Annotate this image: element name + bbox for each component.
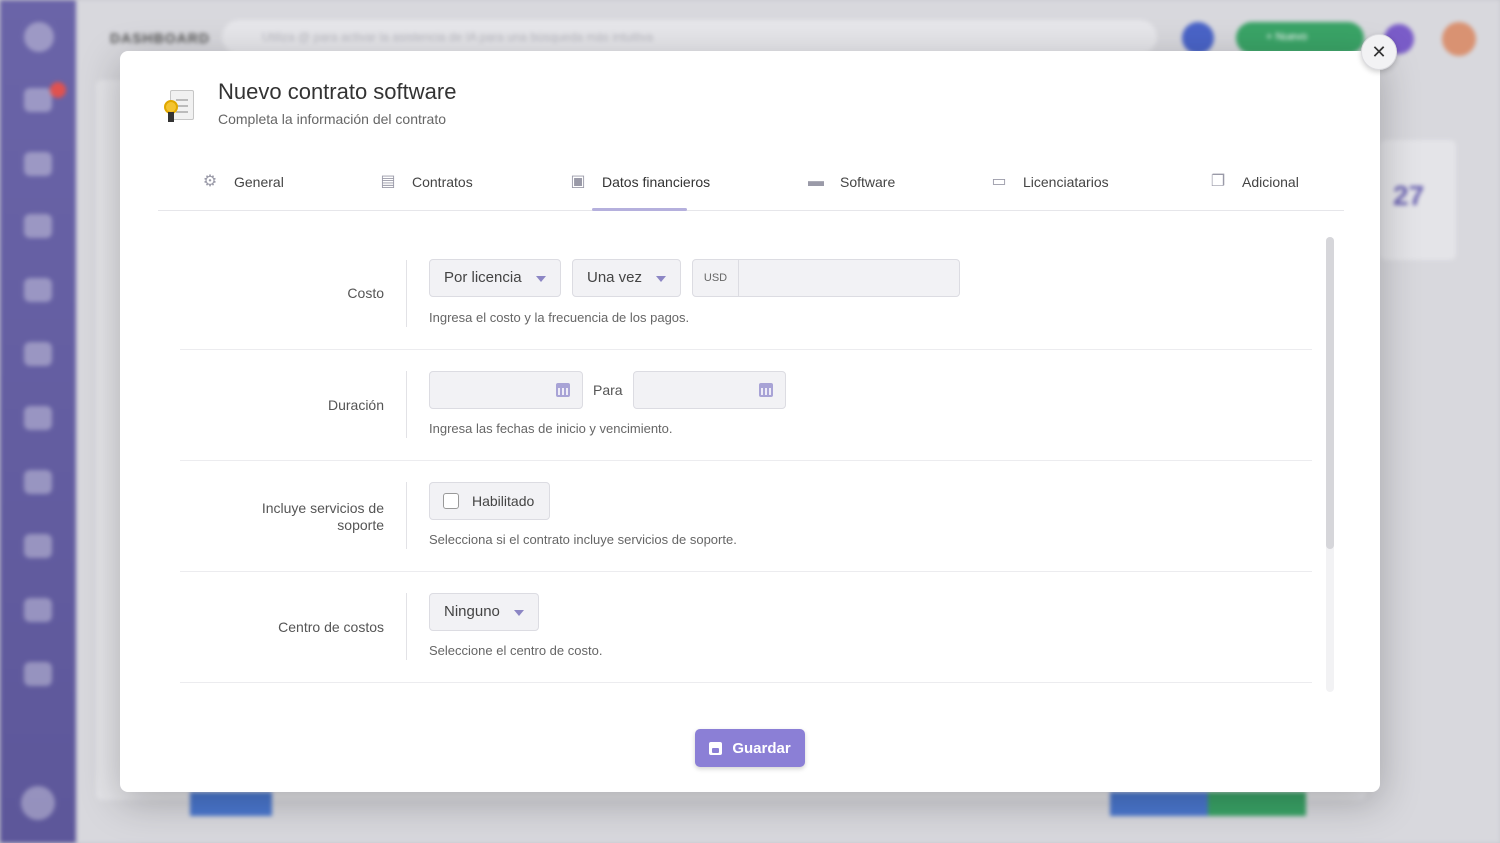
sidebar-globe-icon — [24, 406, 52, 430]
tab-label: Licenciatarios — [1023, 174, 1109, 190]
cost-type-select[interactable]: Por licencia — [429, 259, 561, 297]
chevron-down-icon — [656, 276, 666, 282]
devices-icon: ▭ — [991, 173, 1007, 190]
home-icon — [1182, 22, 1214, 54]
new-button: + Nuevo — [1236, 22, 1364, 54]
support-enabled-toggle[interactable]: Habilitado — [429, 482, 550, 520]
chevron-down-icon — [536, 276, 546, 282]
modal-header: Nuevo contrato software Completa la info… — [162, 79, 456, 127]
scrollbar-thumb[interactable] — [1326, 237, 1334, 549]
cost-help: Ingresa el costo y la frecuencia de los … — [429, 310, 690, 325]
tab-general[interactable]: ⚙ General — [198, 173, 284, 191]
sidebar — [0, 0, 76, 843]
cost-row: Costo Por licencia Una vez USD Ingresa e… — [180, 239, 1312, 350]
amount-input-group: USD — [692, 259, 960, 297]
sidebar-home-icon — [24, 22, 54, 52]
close-button[interactable]: ✕ — [1361, 34, 1397, 70]
active-tab-indicator — [592, 208, 687, 211]
support-checkbox-label: Habilitado — [472, 493, 535, 509]
chevron-down-icon — [514, 610, 524, 616]
sidebar-history-icon — [24, 470, 52, 494]
form-scrollbar[interactable] — [1326, 237, 1334, 692]
contract-icon: ▤ — [380, 173, 396, 190]
cost-label: Costo — [347, 285, 384, 301]
save-button-label: Guardar — [732, 739, 791, 757]
sidebar-logo-icon — [21, 786, 55, 820]
cost-type-value: Por licencia — [444, 269, 522, 286]
sidebar-card-icon — [24, 152, 52, 176]
tab-label: Adicional — [1242, 174, 1299, 190]
tab-label: Software — [840, 174, 896, 190]
floppy-disk-icon — [709, 741, 723, 755]
amount-input[interactable] — [739, 260, 959, 296]
sidebar-chat-icon — [24, 662, 52, 686]
gears-icon: ⚙ — [202, 173, 218, 190]
modal-title: Nuevo contrato software — [218, 79, 457, 104]
tab-bar: ⚙ General ▤ Contratos ▣ Datos financiero… — [158, 161, 1344, 211]
support-checkbox[interactable] — [443, 493, 459, 509]
tab-datos-financieros[interactable]: ▣ Datos financieros — [566, 173, 710, 191]
tab-adicional[interactable]: ❐ Adicional — [1206, 173, 1299, 191]
cost-center-help: Seleccione el centro de costo. — [429, 643, 603, 658]
tab-software[interactable]: ▬ Software — [804, 173, 895, 191]
sidebar-database-icon — [24, 342, 52, 366]
sidebar-list-icon — [24, 88, 52, 112]
start-date-input[interactable] — [429, 371, 583, 409]
window-icon: ▬ — [808, 173, 824, 190]
duration-row: Duración Para Ingresa las fechas de inic… — [180, 350, 1312, 461]
tab-label: Contratos — [412, 174, 473, 190]
cost-center-row: Centro de costos Ninguno Seleccione el c… — [180, 572, 1312, 683]
frequency-select[interactable]: Una vez — [572, 259, 681, 297]
cost-center-value: Ninguno — [444, 603, 500, 620]
new-contract-modal: Nuevo contrato software Completa la info… — [120, 51, 1380, 792]
avatar — [1442, 22, 1476, 56]
background-bar-chart — [1110, 792, 1306, 816]
background-bar-blue — [190, 792, 272, 816]
frequency-value: Una vez — [587, 269, 643, 286]
cost-center-select[interactable]: Ninguno — [429, 593, 539, 631]
tab-licenciatarios[interactable]: ▭ Licenciatarios — [987, 173, 1109, 191]
date-separator: Para — [593, 382, 623, 398]
page-title: DASHBOARD — [110, 30, 210, 46]
support-row: Incluye servicios de soporte Habilitado … — [180, 461, 1312, 572]
money-icon: ▣ — [570, 173, 586, 190]
sidebar-chart-icon — [24, 278, 52, 302]
tab-label: General — [234, 174, 284, 190]
copy-icon: ❐ — [1210, 173, 1226, 190]
end-date-input[interactable] — [633, 371, 786, 409]
duration-help: Ingresa las fechas de inicio y vencimien… — [429, 421, 673, 436]
modal-subtitle: Completa la información del contrato — [218, 111, 447, 127]
save-button[interactable]: Guardar — [695, 729, 805, 767]
cost-center-label: Centro de costos — [278, 619, 384, 635]
certificate-icon — [162, 88, 196, 124]
sidebar-sparkle-icon — [24, 534, 52, 558]
currency-addon: USD — [693, 260, 739, 296]
duration-label: Duración — [327, 397, 384, 413]
support-label: Incluye servicios de soporte — [261, 500, 384, 533]
search-input: Utiliza @ para activar la asistencia de … — [222, 20, 1157, 54]
stat-number: 27 — [1393, 180, 1425, 211]
calendar-icon[interactable] — [759, 383, 773, 397]
sidebar-building-icon — [24, 214, 52, 238]
sidebar-settings-icon — [24, 598, 52, 622]
tab-label: Datos financieros — [602, 174, 711, 190]
support-help: Selecciona si el contrato incluye servic… — [429, 532, 737, 547]
form-area: Costo Por licencia Una vez USD Ingresa e… — [180, 239, 1314, 694]
tab-contratos[interactable]: ▤ Contratos — [376, 173, 473, 191]
calendar-icon[interactable] — [556, 383, 570, 397]
notification-badge — [50, 82, 66, 98]
